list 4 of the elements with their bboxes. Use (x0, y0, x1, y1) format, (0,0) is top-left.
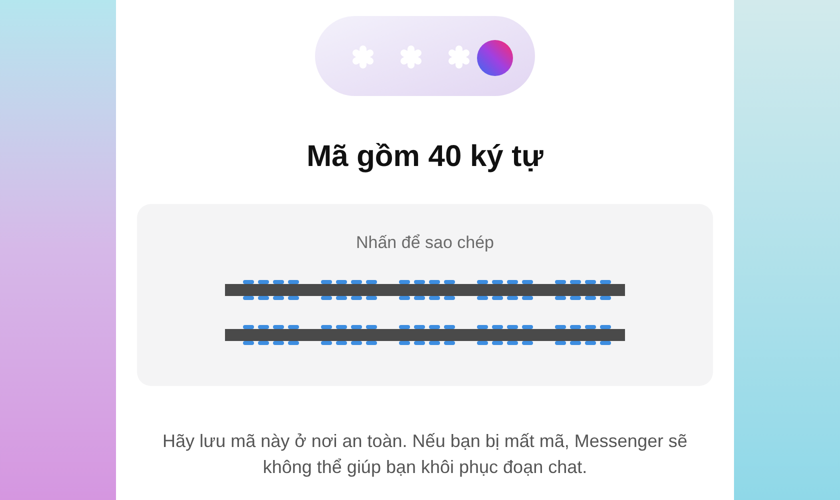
code-card[interactable]: Nhấn để sao chép (137, 204, 713, 386)
warning-message: Hãy lưu mã này ở nơi an toàn. Nếu bạn bị mất mã, Messenger sẽ không thể giúp bạn khôi phục đoạn chat. (162, 430, 688, 479)
title: Mã gồm 40 ký tự (306, 142, 544, 172)
copy-hint: Nhấn để sao chép (356, 232, 494, 254)
